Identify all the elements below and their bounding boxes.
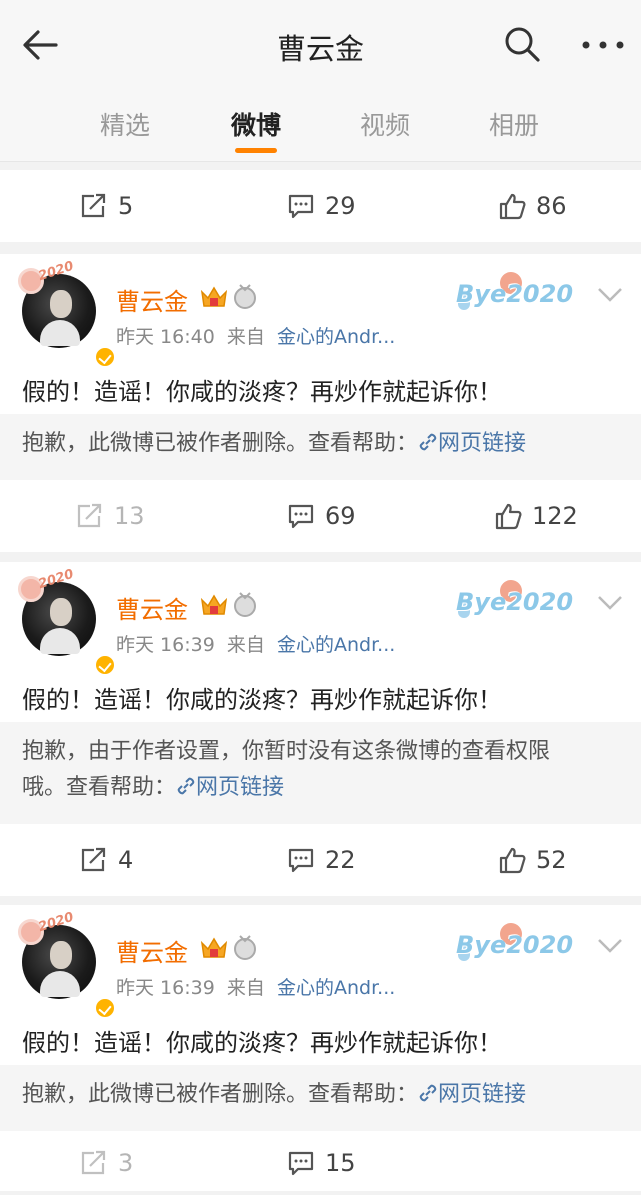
- thumbs-up-icon: [499, 847, 526, 874]
- crown-vip-icon: [200, 594, 228, 615]
- more-dots-icon[interactable]: [578, 30, 628, 60]
- comment-count: 22: [325, 846, 356, 874]
- active-tab-indicator: [235, 148, 277, 153]
- comment-icon: [288, 504, 314, 529]
- repost-count: 13: [114, 502, 145, 530]
- repost-count: 4: [118, 846, 134, 874]
- comment-count: 15: [325, 1149, 356, 1177]
- post-meta: 昨天 16:40 来自 金心的Andr...: [116, 322, 395, 349]
- top-bar: 曹云金: [0, 0, 641, 84]
- repost-button[interactable]: 3: [80, 1131, 133, 1195]
- from-label: 来自: [226, 634, 265, 656]
- post-card[interactable]: 2020 曹云金 昨天 16:40 来自 金心的Andr... Bye2020 …: [0, 254, 641, 414]
- link-icon: [177, 777, 195, 795]
- like-button[interactable]: 86: [498, 170, 567, 242]
- tab-featured[interactable]: 精选: [85, 106, 165, 142]
- medal-icon: [234, 284, 256, 309]
- deleted-notice: 抱歉，此微博已被作者删除。查看帮助： 网页链接: [0, 414, 641, 480]
- avatar[interactable]: 2020: [18, 259, 116, 368]
- avatar[interactable]: 2020: [18, 910, 116, 1019]
- post-time: 昨天 16:39: [116, 634, 215, 656]
- tab-album[interactable]: 相册: [474, 106, 554, 142]
- repost-icon: [81, 1150, 106, 1175]
- notice-text-line2: 哦。查看帮助：: [22, 775, 177, 800]
- verified-badge-icon: [94, 346, 116, 368]
- card-decoration: Bye2020: [456, 280, 574, 308]
- notice-text-line1: 抱歉，由于作者设置，你暂时没有这条微博的查看权限: [22, 739, 551, 764]
- post-card[interactable]: 2020 曹云金 昨天 16:39 来自 金心的Andr... Bye2020 …: [0, 905, 641, 1065]
- repost-button[interactable]: 13: [76, 480, 145, 552]
- medal-icon: [234, 935, 256, 960]
- action-bar: 4 22 52: [0, 824, 641, 896]
- medal-icon: [234, 592, 256, 617]
- crown-vip-icon: [200, 937, 228, 958]
- repost-button[interactable]: 5: [80, 170, 133, 242]
- notice-text: 抱歉，此微博已被作者删除。查看帮助：: [22, 1082, 419, 1107]
- like-count: 86: [536, 192, 567, 220]
- tab-bar: 精选 微博 视频 相册: [0, 84, 641, 162]
- comment-button[interactable]: 29: [287, 170, 356, 242]
- action-bar: 3 15: [0, 1131, 641, 1191]
- link-icon: [419, 1084, 437, 1102]
- restricted-notice: 抱歉，由于作者设置，你暂时没有这条微博的查看权限 哦。查看帮助： 网页链接: [0, 722, 641, 824]
- repost-button[interactable]: 4: [80, 824, 133, 896]
- link-icon: [419, 433, 437, 451]
- comment-button[interactable]: 15: [287, 1131, 356, 1195]
- repost-icon: [77, 503, 102, 528]
- chevron-down-icon[interactable]: [596, 594, 624, 612]
- username[interactable]: 曹云金: [116, 590, 188, 625]
- verified-badge-icon: [94, 654, 116, 676]
- action-bar: 5 29 86: [0, 170, 641, 242]
- comment-icon: [288, 194, 314, 219]
- comment-icon: [288, 848, 314, 873]
- web-link[interactable]: 网页链接: [418, 431, 526, 456]
- repost-count: 5: [118, 192, 134, 220]
- tab-video[interactable]: 视频: [345, 106, 425, 142]
- post-meta: 昨天 16:39 来自 金心的Andr...: [116, 630, 395, 657]
- post-meta: 昨天 16:39 来自 金心的Andr...: [116, 973, 395, 1000]
- like-button[interactable]: 122: [494, 480, 578, 552]
- post-source[interactable]: 金心的Andr...: [277, 634, 395, 656]
- comment-button[interactable]: 22: [287, 824, 356, 896]
- crown-vip-icon: [200, 286, 228, 307]
- post-card[interactable]: 2020 曹云金 昨天 16:39 来自 金心的Andr... Bye2020 …: [0, 562, 641, 722]
- web-link[interactable]: 网页链接: [176, 775, 284, 800]
- from-label: 来自: [226, 977, 265, 999]
- like-count: 52: [536, 846, 567, 874]
- action-bar: 13 69 122: [0, 480, 641, 552]
- comment-count: 29: [325, 192, 356, 220]
- username[interactable]: 曹云金: [116, 933, 188, 968]
- avatar[interactable]: 2020: [18, 567, 116, 676]
- thumbs-up-icon: [495, 503, 522, 530]
- chevron-down-icon[interactable]: [596, 286, 624, 304]
- post-time: 昨天 16:40: [116, 326, 215, 348]
- page-title: 曹云金: [276, 32, 364, 66]
- post-source[interactable]: 金心的Andr...: [277, 326, 395, 348]
- web-link[interactable]: 网页链接: [418, 1082, 526, 1107]
- repost-icon: [81, 847, 106, 872]
- from-label: 来自: [226, 326, 265, 348]
- repost-icon: [81, 193, 106, 218]
- comment-button[interactable]: 69: [287, 480, 356, 552]
- search-icon[interactable]: [502, 24, 542, 64]
- tab-weibo[interactable]: 微博: [216, 106, 296, 142]
- username[interactable]: 曹云金: [116, 282, 188, 317]
- comment-icon: [288, 1151, 314, 1176]
- post-time: 昨天 16:39: [116, 977, 215, 999]
- like-button[interactable]: 52: [498, 824, 567, 896]
- thumbs-up-icon: [499, 193, 526, 220]
- post-source[interactable]: 金心的Andr...: [277, 977, 395, 999]
- comment-count: 69: [325, 502, 356, 530]
- post-text: 假的！造谣！你咸的淡疼？再炒作就起诉你！: [22, 1029, 502, 1057]
- card-decoration: Bye2020: [456, 588, 574, 616]
- notice-text: 抱歉，此微博已被作者删除。查看帮助：: [22, 431, 419, 456]
- card-decoration: Bye2020: [456, 931, 574, 959]
- post-text: 假的！造谣！你咸的淡疼？再炒作就起诉你！: [22, 378, 502, 406]
- chevron-down-icon[interactable]: [596, 937, 624, 955]
- like-count: 122: [532, 502, 578, 530]
- post-text: 假的！造谣！你咸的淡疼？再炒作就起诉你！: [22, 686, 502, 714]
- repost-count: 3: [118, 1149, 134, 1177]
- verified-badge-icon: [94, 997, 116, 1019]
- deleted-notice: 抱歉，此微博已被作者删除。查看帮助： 网页链接: [0, 1065, 641, 1131]
